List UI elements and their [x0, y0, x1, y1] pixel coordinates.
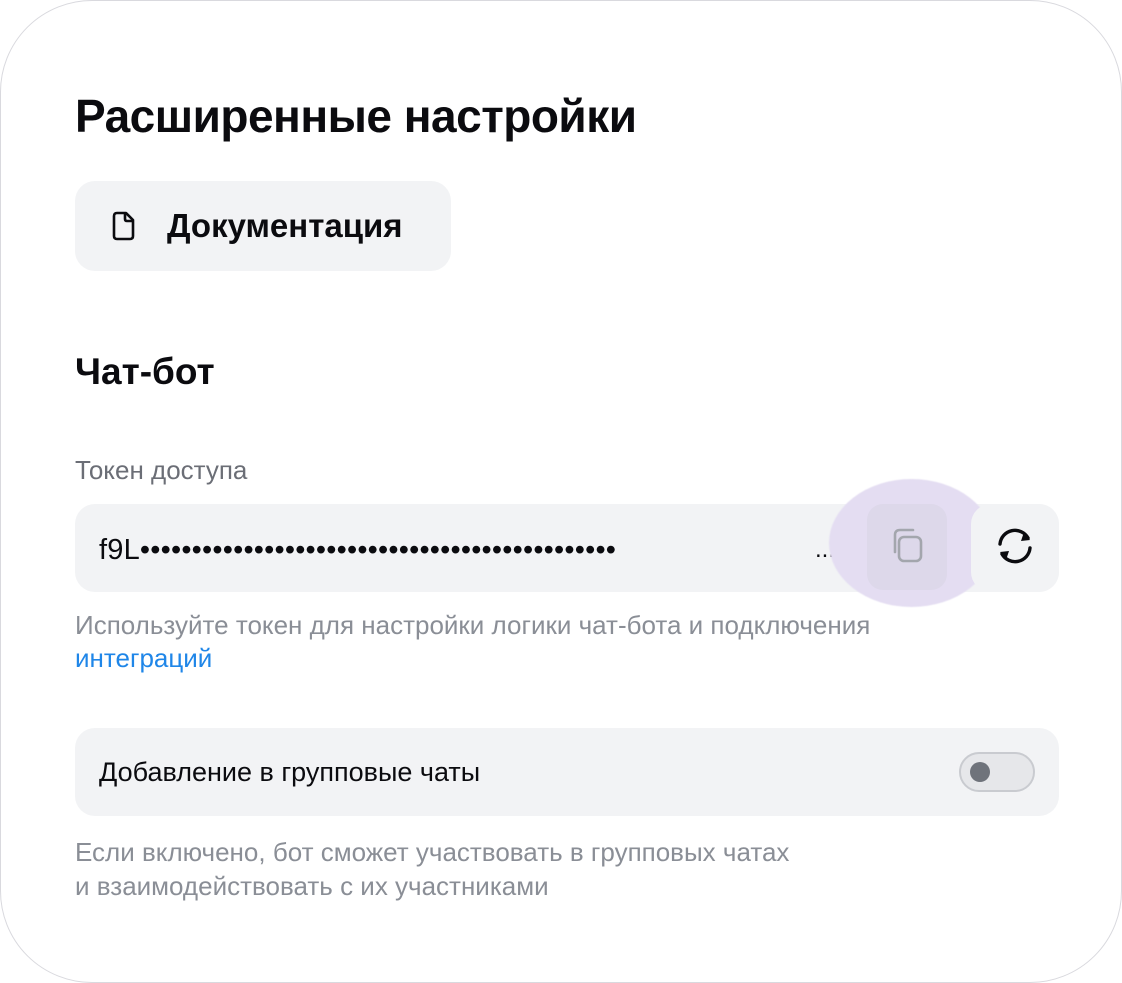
group-chats-hint-line1: Если включено, бот сможет участвовать в … — [75, 837, 790, 867]
integrations-link[interactable]: интеграций — [75, 643, 212, 673]
token-value[interactable]: f9L•••••••••••••••••••••••••••••••••••••… — [99, 504, 839, 592]
token-hint: Используйте токен для настройки логики ч… — [75, 609, 975, 675]
token-label: Токен доступа — [75, 455, 248, 485]
copy-icon — [887, 525, 927, 570]
document-icon — [109, 210, 139, 242]
token-hint-text: Используйте токен для настройки логики ч… — [75, 610, 871, 640]
group-chats-toggle[interactable] — [959, 752, 1035, 792]
settings-card: Расширенные настройки Документация Чат-б… — [0, 0, 1122, 983]
documentation-label: Документация — [167, 207, 403, 244]
refresh-token-button[interactable] — [971, 504, 1059, 592]
group-chats-setting: Добавление в групповые чаты — [75, 728, 1059, 816]
page-title: Расширенные настройки — [75, 90, 637, 142]
documentation-button[interactable]: Документация — [75, 181, 451, 271]
toggle-knob — [970, 762, 990, 782]
refresh-icon — [991, 524, 1039, 573]
copy-token-button[interactable] — [867, 504, 947, 590]
group-chats-label: Добавление в групповые чаты — [99, 757, 481, 787]
group-chats-hint: Если включено, бот сможет участвовать в … — [75, 835, 975, 903]
chatbot-section-title: Чат-бот — [75, 351, 215, 392]
group-chats-hint-line2: и взаимодействовать с их участниками — [75, 871, 549, 901]
